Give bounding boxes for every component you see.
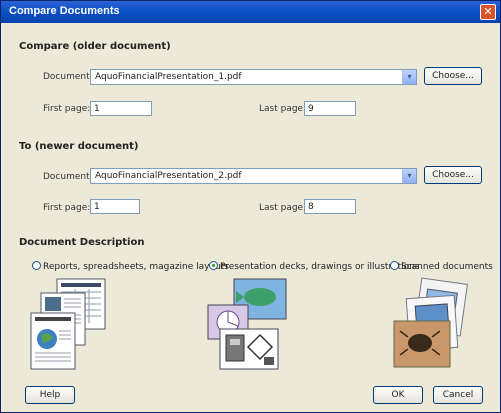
newer-document-value: AquoFinancialPresentation_2.pdf — [95, 171, 242, 181]
older-document-label: Document: — [43, 72, 93, 82]
radio-button-icon[interactable] — [32, 261, 41, 270]
radio-button-icon[interactable] — [390, 261, 399, 270]
chevron-down-icon[interactable]: ▾ — [402, 70, 416, 84]
newer-document-label: Document: — [43, 172, 93, 182]
newer-document-heading: To (newer document) — [19, 141, 139, 152]
radio-reports[interactable]: Reports, spreadsheets, magazine layouts — [32, 261, 229, 272]
older-document-select[interactable]: AquoFinancialPresentation_1.pdf ▾ — [90, 69, 417, 85]
dialog-title: Compare Documents — [9, 5, 120, 17]
chevron-down-icon[interactable]: ▾ — [402, 169, 416, 183]
older-last-page-field[interactable]: 9 — [304, 101, 356, 116]
older-first-page-field[interactable]: 1 — [90, 101, 152, 116]
ok-button[interactable]: OK — [373, 386, 423, 404]
close-icon[interactable]: ✕ — [480, 4, 496, 20]
newer-last-page-label: Last page: — [259, 203, 307, 213]
radio-scanned[interactable]: Scanned documents — [390, 261, 493, 272]
help-button[interactable]: Help — [25, 386, 75, 404]
newer-document-select[interactable]: AquoFinancialPresentation_2.pdf ▾ — [90, 168, 417, 184]
older-document-heading: Compare (older document) — [19, 41, 171, 52]
newer-last-page-field[interactable]: 8 — [304, 199, 356, 214]
older-choose-button[interactable]: Choose... — [424, 67, 482, 85]
older-last-page-label: Last page: — [259, 104, 307, 114]
newer-choose-button[interactable]: Choose... — [424, 166, 482, 184]
newer-first-page-label: First page: — [43, 203, 91, 213]
radio-presentation[interactable]: Presentation decks, drawings or illustra… — [209, 261, 420, 272]
compare-documents-dialog: Compare Documents ✕ Compare (older docum… — [0, 0, 501, 413]
newer-first-page-field[interactable]: 1 — [90, 199, 140, 214]
older-first-page-label: First page: — [43, 104, 91, 114]
radio-scanned-label: Scanned documents — [401, 262, 493, 272]
radio-reports-label: Reports, spreadsheets, magazine layouts — [43, 262, 229, 272]
presentation-decks-illustration — [207, 278, 287, 370]
older-document-value: AquoFinancialPresentation_1.pdf — [95, 72, 242, 82]
cancel-button[interactable]: Cancel — [433, 386, 483, 404]
scanned-documents-illustration — [393, 277, 468, 368]
radio-button-selected-icon[interactable] — [209, 261, 218, 270]
reports-spreadsheets-illustration — [30, 278, 106, 370]
title-bar: Compare Documents ✕ — [1, 1, 500, 23]
document-description-heading: Document Description — [19, 237, 145, 248]
